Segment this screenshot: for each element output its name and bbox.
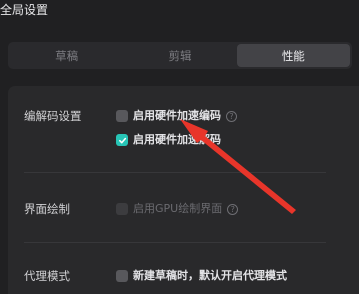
help-icon[interactable]: ?	[226, 110, 237, 122]
hw-decode-label: 启用硬件加速解码	[133, 133, 221, 146]
proxy-mode-checkbox[interactable]	[116, 270, 128, 282]
proxy-mode-text: 新建草稿时，默认开启代理模式	[133, 269, 287, 282]
gpu-render-checkbox[interactable]	[116, 203, 128, 215]
hw-encode-label: 启用硬件加速编码	[133, 109, 221, 122]
tab-performance[interactable]: 性能	[236, 44, 350, 67]
tab-drafts[interactable]: 草稿	[10, 44, 123, 67]
tab-editing[interactable]: 剪辑	[123, 44, 236, 67]
hw-encode-option[interactable]: 启用硬件加速编码 ?	[116, 108, 237, 124]
settings-tab-bar: 草稿 剪辑 性能	[8, 42, 352, 69]
interface-render-label: 界面绘制	[24, 202, 70, 216]
hw-decode-checkbox[interactable]	[116, 134, 128, 146]
window-title: 全局设置	[0, 3, 49, 17]
codec-settings-label: 编解码设置	[24, 109, 82, 123]
checkmark-icon	[118, 137, 126, 143]
hw-encode-checkbox[interactable]	[116, 110, 128, 122]
proxy-mode-label: 代理模式	[24, 269, 70, 283]
help-icon[interactable]: ?	[227, 203, 239, 215]
gpu-render-option[interactable]: 启用GPU绘制界面 ?	[116, 201, 239, 217]
gpu-render-label: 启用GPU绘制界面	[133, 202, 223, 215]
section-divider	[24, 172, 326, 173]
hw-decode-option[interactable]: 启用硬件加速解码	[116, 132, 221, 148]
global-settings-window: 全局设置 草稿 剪辑 性能 编解码设置 启用硬件加速编码 ? 启用硬件加速解码 …	[0, 0, 359, 294]
section-divider	[24, 242, 326, 243]
proxy-mode-option[interactable]: 新建草稿时，默认开启代理模式	[116, 268, 287, 284]
